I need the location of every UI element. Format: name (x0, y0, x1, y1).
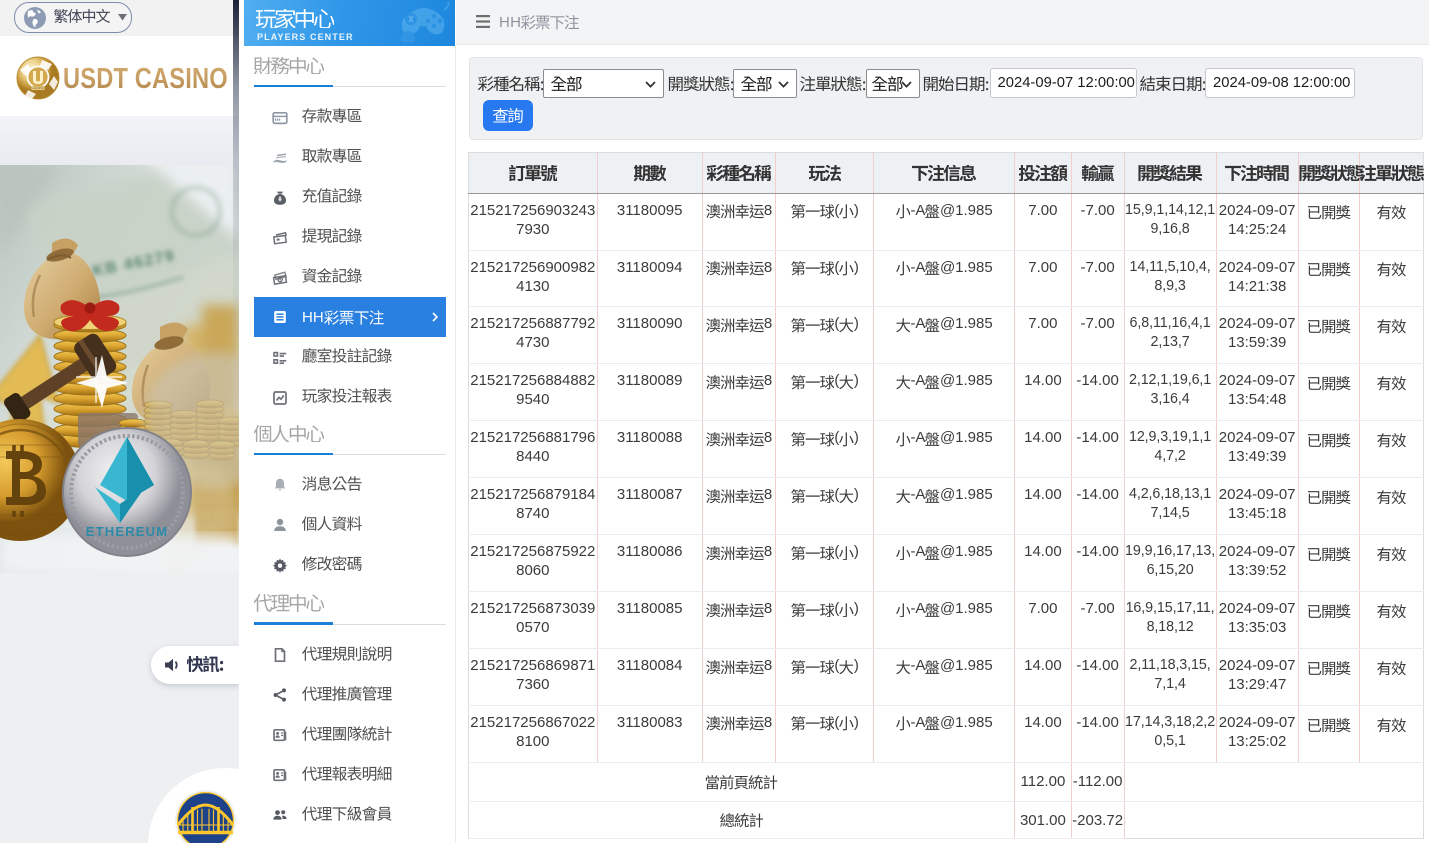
svg-text:CASINO: CASINO (32, 86, 45, 90)
svg-text:ETHEREUM: ETHEREUM (86, 524, 169, 539)
